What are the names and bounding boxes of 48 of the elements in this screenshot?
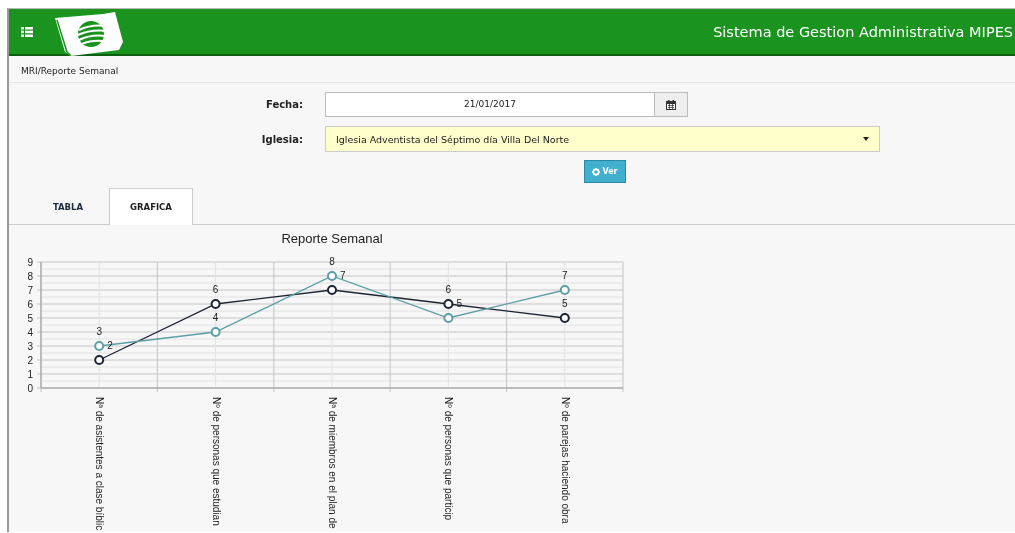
- church-select[interactable]: Iglesia Adventista del Séptimo día Villa Del Norte: [325, 126, 880, 152]
- x-category-label: Nº de personas que estudian: [210, 397, 222, 526]
- x-category-label: Nª de miembros en el plan de: [327, 397, 338, 529]
- data-label: 8: [329, 256, 335, 267]
- x-category-label: Nª de asistentes a clase bíblic: [94, 397, 106, 530]
- data-label: 5: [562, 298, 568, 309]
- data-point: [559, 313, 570, 323]
- data-point: [94, 341, 105, 351]
- y-tick-label: 0: [27, 383, 33, 394]
- data-label: 7: [562, 270, 568, 281]
- data-point: [559, 285, 570, 295]
- calendar-icon: [666, 99, 676, 110]
- y-tick-label: 9: [27, 257, 33, 268]
- app-title: Sistema de Gestion Administrativa MIPES: [713, 23, 1014, 40]
- y-tick-label: 2: [27, 355, 33, 366]
- data-point: [327, 271, 337, 281]
- data-point: [443, 313, 454, 323]
- x-category-label: Nº de parejas haciendo obra: [559, 397, 571, 524]
- field-label: Fecha:: [265, 99, 303, 110]
- breadcrumb: MRI/Reporte Semanal: [9, 56, 1015, 83]
- data-label: 7: [340, 270, 346, 281]
- data-label: 4: [212, 312, 219, 323]
- data-point: [443, 299, 454, 309]
- data-label: 3: [96, 326, 102, 337]
- calendar-button[interactable]: [655, 92, 688, 117]
- y-tick-label: 1: [27, 369, 33, 380]
- y-tick-label: 3: [27, 341, 33, 352]
- date-field[interactable]: 21/01/2017: [325, 92, 655, 117]
- data-point: [210, 299, 221, 309]
- field-label: Iglesia:: [260, 133, 303, 145]
- dropdown-caret-icon: [863, 137, 869, 141]
- y-tick-label: 8: [27, 271, 33, 282]
- gear-icon: [592, 167, 601, 176]
- chart-title: Reporte Semanal: [281, 231, 383, 246]
- y-tick-label: 5: [27, 313, 33, 324]
- data-point: [94, 355, 105, 365]
- menu-icon[interactable]: [21, 26, 33, 37]
- data-point: [210, 327, 221, 337]
- y-tick-label: 7: [27, 285, 33, 296]
- tab[interactable]: GRAFICA: [109, 188, 193, 225]
- data-label: 6: [212, 284, 219, 295]
- data-label: 6: [445, 284, 452, 295]
- y-tick-label: 6: [27, 299, 33, 310]
- tab[interactable]: TABLA: [29, 188, 107, 225]
- y-tick-label: 4: [27, 327, 33, 338]
- data-label: 5: [456, 298, 462, 309]
- data-point: [327, 285, 337, 295]
- x-category-label: Nº de personas que particip: [443, 397, 455, 521]
